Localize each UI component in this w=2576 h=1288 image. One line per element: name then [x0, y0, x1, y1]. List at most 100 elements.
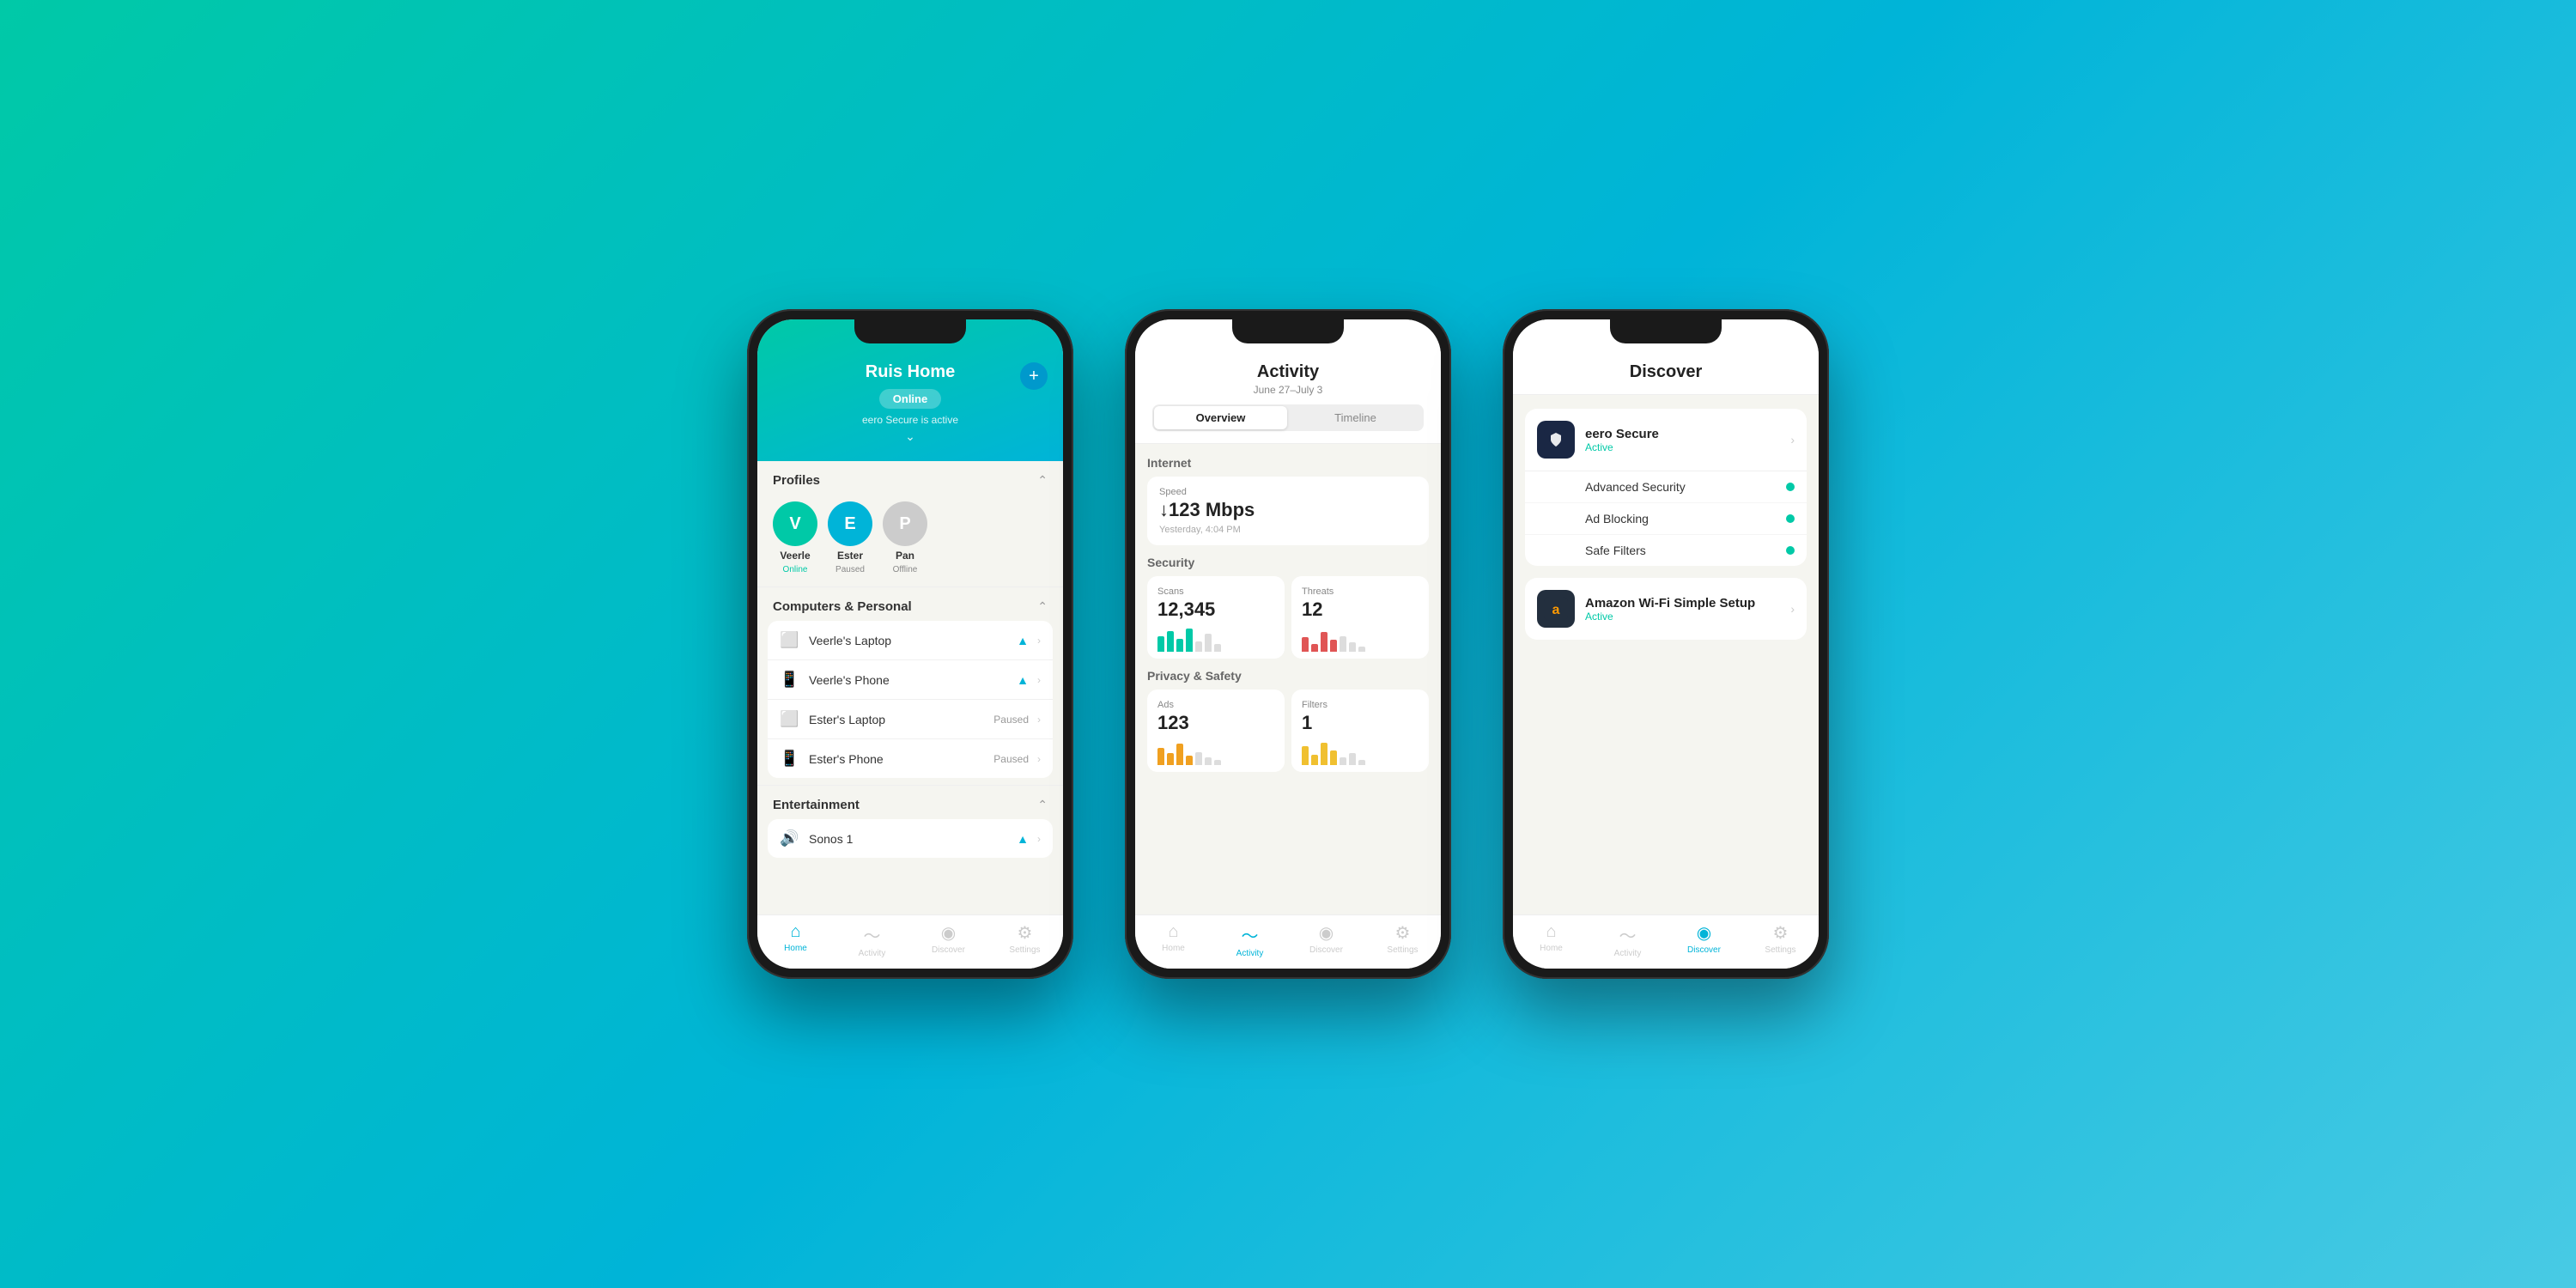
computers-title: Computers & Personal [773, 599, 912, 614]
activity-nav-icon: 〜 [1242, 922, 1259, 947]
speed-time: Yesterday, 4:04 PM [1159, 525, 1417, 535]
amazon-wifi-card: a Amazon Wi-Fi Simple Setup Active › [1525, 578, 1807, 640]
nav-home[interactable]: ⌂ Home [757, 922, 834, 958]
feature-ad-blocking[interactable]: Ad Blocking [1525, 503, 1807, 535]
nav-home[interactable]: ⌂ Home [1135, 922, 1212, 958]
ads-bars [1157, 739, 1274, 765]
home-body: Profiles ⌃ V Veerle Online E Ester Pause… [757, 461, 1063, 914]
activity-body: Internet Speed ↓123 Mbps Yesterday, 4:04… [1135, 444, 1441, 914]
speaker-icon: 🔊 [780, 829, 800, 848]
nav-settings[interactable]: ⚙ Settings [1364, 922, 1441, 958]
internet-section-title: Internet [1147, 456, 1429, 470]
amazon-wifi-item[interactable]: a Amazon Wi-Fi Simple Setup Active › [1525, 578, 1807, 640]
device-ester-phone[interactable]: 📱 Ester's Phone Paused › [768, 739, 1053, 778]
profiles-section-header: Profiles ⌃ [757, 461, 1063, 495]
amazon-wifi-info: Amazon Wi-Fi Simple Setup Active [1585, 596, 1790, 623]
settings-nav-icon: ⚙ [1018, 922, 1033, 944]
profiles-chevron-icon[interactable]: ⌃ [1037, 473, 1048, 488]
ads-card[interactable]: Ads 123 [1147, 690, 1285, 772]
threats-card[interactable]: Threats 12 [1291, 576, 1429, 659]
add-button[interactable]: + [1020, 362, 1048, 390]
ad-blocking-label: Ad Blocking [1537, 512, 1786, 526]
home-title: Ruis Home [775, 362, 1046, 382]
discover-body: eero Secure Active › Advanced Security A… [1513, 395, 1819, 914]
eero-secure-info: eero Secure Active [1585, 427, 1790, 453]
eero-secure-item[interactable]: eero Secure Active › [1525, 409, 1807, 471]
feature-safe-filters[interactable]: Safe Filters [1525, 535, 1807, 566]
profile-ester[interactable]: E Ester Paused [828, 501, 872, 574]
phone-icon: 📱 [780, 671, 800, 689]
nav-home[interactable]: ⌂ Home [1513, 922, 1589, 958]
phone-activity: Activity June 27–July 3 Overview Timelin… [1125, 309, 1451, 979]
device-name: Sonos 1 [809, 832, 1008, 846]
feature-advanced-security[interactable]: Advanced Security [1525, 471, 1807, 503]
privacy-section-title: Privacy & Safety [1147, 669, 1429, 683]
nav-activity[interactable]: 〜 Activity [834, 922, 910, 958]
profile-pan[interactable]: P Pan Offline [883, 501, 927, 574]
device-veerle-phone[interactable]: 📱 Veerle's Phone ▲ › [768, 660, 1053, 700]
threats-value: 12 [1302, 598, 1419, 621]
computers-chevron-icon[interactable]: ⌃ [1037, 599, 1048, 614]
chevron-down-icon[interactable]: ⌄ [775, 429, 1046, 444]
active-dot-icon [1786, 514, 1795, 523]
nav-home-label: Home [1540, 944, 1563, 953]
secure-text: eero Secure is active [775, 414, 1046, 426]
nav-discover[interactable]: ◉ Discover [1666, 922, 1742, 958]
chevron-right-icon: › [1037, 833, 1041, 845]
svg-text:a: a [1552, 603, 1560, 617]
nav-settings[interactable]: ⚙ Settings [987, 922, 1063, 958]
profile-status-ester: Paused [835, 565, 865, 574]
scans-card[interactable]: Scans 12,345 [1147, 576, 1285, 659]
settings-nav-icon: ⚙ [1773, 922, 1789, 944]
entertainment-title: Entertainment [773, 798, 860, 812]
nav-discover[interactable]: ◉ Discover [1288, 922, 1364, 958]
tab-overview[interactable]: Overview [1154, 406, 1287, 429]
activity-nav-icon: 〜 [864, 922, 881, 947]
activity-subtitle: June 27–July 3 [1152, 384, 1424, 396]
nav-discover-label: Discover [1309, 945, 1343, 955]
filters-card[interactable]: Filters 1 [1291, 690, 1429, 772]
device-name: Ester's Laptop [809, 713, 985, 726]
device-veerle-laptop[interactable]: ⬜ Veerle's Laptop ▲ › [768, 621, 1053, 660]
tab-timeline[interactable]: Timeline [1289, 406, 1422, 429]
eero-secure-name: eero Secure [1585, 427, 1790, 441]
nav-settings-label: Settings [1009, 945, 1040, 955]
notch-home [854, 319, 966, 343]
security-section-title: Security [1147, 556, 1429, 569]
profile-status-veerle: Online [783, 565, 808, 574]
nav-activity[interactable]: 〜 Activity [1589, 922, 1666, 958]
wifi-icon: ▲ [1017, 673, 1029, 687]
active-dot-icon [1786, 483, 1795, 491]
advanced-security-label: Advanced Security [1537, 480, 1786, 494]
profile-name-veerle: Veerle [780, 550, 810, 562]
settings-nav-icon: ⚙ [1395, 922, 1411, 944]
entertainment-section-header: Entertainment ⌃ [757, 786, 1063, 819]
discover-bottom-nav: ⌂ Home 〜 Activity ◉ Discover ⚙ Settings [1513, 914, 1819, 969]
activity-title: Activity [1152, 362, 1424, 382]
laptop-icon: ⬜ [780, 631, 800, 649]
eero-secure-icon [1537, 421, 1575, 459]
nav-settings[interactable]: ⚙ Settings [1742, 922, 1819, 958]
device-sonos[interactable]: 🔊 Sonos 1 ▲ › [768, 819, 1053, 858]
amazon-icon: a [1537, 590, 1575, 628]
profile-veerle[interactable]: V Veerle Online [773, 501, 817, 574]
phone-icon: 📱 [780, 750, 800, 768]
profile-status-pan: Offline [893, 565, 918, 574]
home-nav-icon: ⌂ [1168, 922, 1178, 942]
computers-section-header: Computers & Personal ⌃ [757, 587, 1063, 621]
speed-card[interactable]: Speed ↓123 Mbps Yesterday, 4:04 PM [1147, 477, 1429, 545]
entertainment-chevron-icon[interactable]: ⌃ [1037, 798, 1048, 812]
nav-discover-label: Discover [1687, 945, 1721, 955]
discover-title: Discover [1530, 362, 1801, 382]
active-dot-icon [1786, 546, 1795, 555]
nav-home-label: Home [1162, 944, 1185, 953]
device-ester-laptop[interactable]: ⬜ Ester's Laptop Paused › [768, 700, 1053, 739]
nav-activity-label: Activity [1236, 949, 1264, 958]
nav-home-label: Home [784, 944, 807, 953]
online-badge: Online [879, 389, 941, 409]
nav-activity[interactable]: 〜 Activity [1212, 922, 1288, 958]
scans-label: Scans [1157, 586, 1274, 597]
laptop-icon: ⬜ [780, 710, 800, 728]
nav-discover[interactable]: ◉ Discover [910, 922, 987, 958]
device-status: Paused [993, 753, 1029, 765]
